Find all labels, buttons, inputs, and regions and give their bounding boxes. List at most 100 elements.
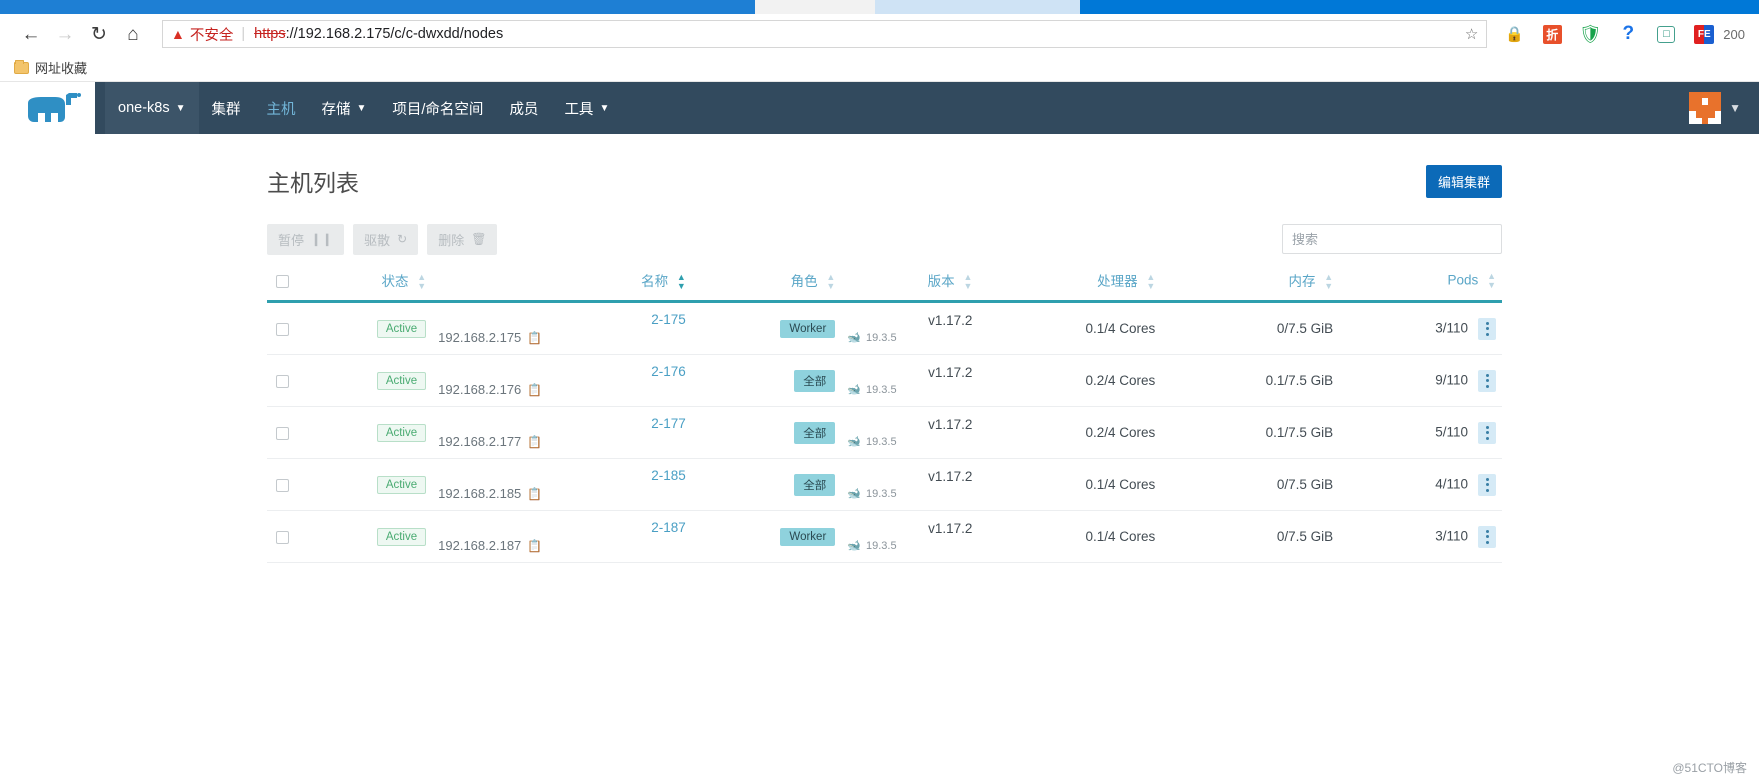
shield-extension-icon[interactable]: 🛡	[1571, 17, 1609, 51]
fe-glyph: FE	[1694, 24, 1715, 44]
reload-icon[interactable]: ↻	[82, 17, 116, 51]
copy-icon[interactable]: 📋	[527, 435, 542, 449]
nodes-table: 状态 ▲ ▼ 名称 ▲ ▼ 角色 ▲ ▼ 版本 ▲ ▼ 处理器 ▲ ▼ 内存 ▲…	[267, 262, 1502, 564]
row-actions-menu[interactable]	[1478, 317, 1496, 340]
column-header-role[interactable]: 角色 ▲ ▼	[691, 262, 842, 304]
row-actions-menu[interactable]	[1478, 421, 1496, 444]
column-header-state[interactable]: 状态 ▲ ▼	[295, 262, 433, 304]
node-name-link[interactable]: 2-175	[438, 312, 686, 327]
copy-icon[interactable]: 📋	[527, 539, 542, 553]
row-actions-menu[interactable]	[1478, 369, 1496, 392]
bookmark-star-icon[interactable]: ☆	[1465, 25, 1478, 43]
docker-whale-icon: 🐋	[847, 332, 861, 345]
node-name-link[interactable]: 2-176	[438, 364, 686, 379]
cell-name: 2-187 192.168.2.187 📋	[432, 510, 692, 564]
column-header-version[interactable]: 版本 ▲ ▼	[841, 262, 979, 304]
bookmark-item-favorites[interactable]: 网址收藏	[14, 58, 87, 77]
lock-extension-icon[interactable]: 🔒	[1495, 17, 1533, 51]
row-select-cell	[267, 301, 295, 356]
cell-role: Worker	[691, 301, 842, 356]
rancher-cow-logo[interactable]	[10, 82, 95, 134]
node-name-link[interactable]: 2-185	[438, 468, 686, 483]
nav-label: 存储	[321, 101, 351, 118]
back-arrow-icon[interactable]: ←	[14, 17, 48, 51]
sort-icon: ▲ ▼	[1324, 272, 1334, 292]
chevron-down-icon[interactable]: ▼	[1729, 101, 1741, 115]
pause-button[interactable]: 暂停 ❙❙	[267, 223, 345, 255]
browser-tab-second[interactable]	[755, 0, 875, 14]
cell-pods: 3/110	[1339, 510, 1502, 564]
cell-state: Active	[295, 458, 433, 512]
row-select-cell	[267, 458, 295, 512]
select-all-header	[267, 262, 295, 304]
app-top-navigation: one-k8s ▼ 集群 主机 存储 ▼ 项目/命名空间 成员 工具 ▼ ▼	[10, 82, 1759, 134]
table-row[interactable]: Active 2-175 192.168.2.175 📋 Worker v1.17.2 🐋 1…	[267, 301, 1502, 356]
address-bar[interactable]: ▲ 不安全 | https://192.168.2.175/c/c-dwxdd/…	[162, 20, 1488, 48]
column-header-cpu[interactable]: 处理器 ▲ ▼	[978, 262, 1162, 304]
row-checkbox[interactable]	[276, 323, 289, 337]
home-icon[interactable]: ⌂	[116, 17, 150, 51]
nav-item-hosts[interactable]: 主机	[254, 82, 309, 134]
column-label: 版本	[927, 274, 955, 289]
url-path: ://192.168.2.175/c/c-dwxdd/nodes	[285, 26, 504, 42]
copy-icon[interactable]: 📋	[527, 487, 542, 501]
node-name-link[interactable]: 2-187	[438, 520, 686, 535]
screenshot-glyph: ☐	[1657, 25, 1676, 43]
cell-role: 全部	[691, 458, 842, 512]
discount-extension-icon[interactable]: 折	[1533, 17, 1571, 51]
fe-extension-icon[interactable]: FE	[1685, 17, 1723, 51]
column-header-name[interactable]: 名称 ▲ ▼	[432, 262, 692, 304]
copy-icon[interactable]: 📋	[527, 383, 542, 397]
chevron-down-icon: ▼	[356, 102, 367, 114]
search-input[interactable]	[1282, 224, 1502, 254]
table-row[interactable]: Active 2-176 192.168.2.176 📋 全部 v1.17.2 🐋 19.3.…	[267, 354, 1502, 408]
docker-whale-icon: 🐋	[847, 540, 861, 553]
row-actions-menu[interactable]	[1478, 473, 1496, 496]
select-all-checkbox[interactable]	[276, 275, 289, 289]
row-checkbox[interactable]	[276, 479, 289, 493]
column-header-pods[interactable]: Pods ▲ ▼	[1339, 262, 1502, 304]
table-row[interactable]: Active 2-187 192.168.2.187 📋 Worker v1.17.2 🐋 1…	[267, 510, 1502, 564]
drain-button[interactable]: 驱散 ↻	[353, 223, 419, 255]
delete-button[interactable]: 删除 🗑	[427, 223, 498, 255]
help-extension-icon[interactable]: ?	[1609, 17, 1647, 51]
forward-arrow-icon[interactable]: →	[48, 17, 82, 51]
row-checkbox[interactable]	[276, 375, 289, 389]
user-avatar-identicon[interactable]	[1689, 92, 1722, 124]
role-badge: 全部	[794, 421, 836, 444]
delete-button-label: 删除	[438, 232, 465, 248]
nav-item-projects-namespaces[interactable]: 项目/命名空间	[379, 82, 496, 134]
pause-button-label: 暂停	[278, 232, 305, 248]
extension-toolbar: 🔒 折 🛡 ? ☐ FE 200	[1495, 17, 1749, 51]
cell-state: Active	[295, 301, 433, 356]
security-warning-text: 不安全	[189, 27, 234, 44]
row-actions-menu[interactable]	[1478, 525, 1496, 548]
cell-pods: 5/110	[1339, 406, 1502, 460]
table-row[interactable]: Active 2-185 192.168.2.185 📋 全部 v1.17.2 🐋 19.3.…	[267, 458, 1502, 512]
row-checkbox[interactable]	[276, 427, 289, 441]
sort-icon: ▲ ▼	[417, 272, 427, 292]
copy-icon[interactable]: 📋	[527, 331, 542, 345]
browser-tab-active[interactable]	[0, 0, 755, 14]
nav-item-tools[interactable]: 工具 ▼	[551, 82, 622, 134]
column-header-memory[interactable]: 内存 ▲ ▼	[1161, 262, 1340, 304]
nav-item-members[interactable]: 成员	[496, 82, 551, 134]
table-row[interactable]: Active 2-177 192.168.2.177 📋 全部 v1.17.2 🐋 19.3.…	[267, 406, 1502, 460]
cell-cpu: 0.2/4 Cores	[978, 354, 1162, 408]
cow-logo-svg	[27, 93, 81, 122]
row-checkbox[interactable]	[276, 531, 289, 545]
row-select-cell	[267, 354, 295, 408]
nav-label: 主机	[266, 101, 296, 118]
cell-name: 2-175 192.168.2.175 📋	[432, 301, 692, 356]
edit-cluster-button[interactable]: 编辑集群	[1425, 164, 1502, 198]
pause-icon: ❙❙	[311, 232, 334, 246]
column-label: 角色	[790, 274, 818, 289]
browser-tab-third[interactable]	[875, 0, 1080, 14]
nav-item-storage[interactable]: 存储 ▼	[309, 82, 380, 134]
nav-item-clusters[interactable]: 集群	[199, 82, 254, 134]
screenshot-extension-icon[interactable]: ☐	[1647, 17, 1685, 51]
zoom-level-indicator[interactable]: 200	[1723, 27, 1749, 42]
node-name-link[interactable]: 2-177	[438, 416, 686, 431]
cell-memory: 0.1/7.5 GiB	[1161, 354, 1340, 408]
cluster-selector[interactable]: one-k8s ▼	[105, 82, 199, 134]
